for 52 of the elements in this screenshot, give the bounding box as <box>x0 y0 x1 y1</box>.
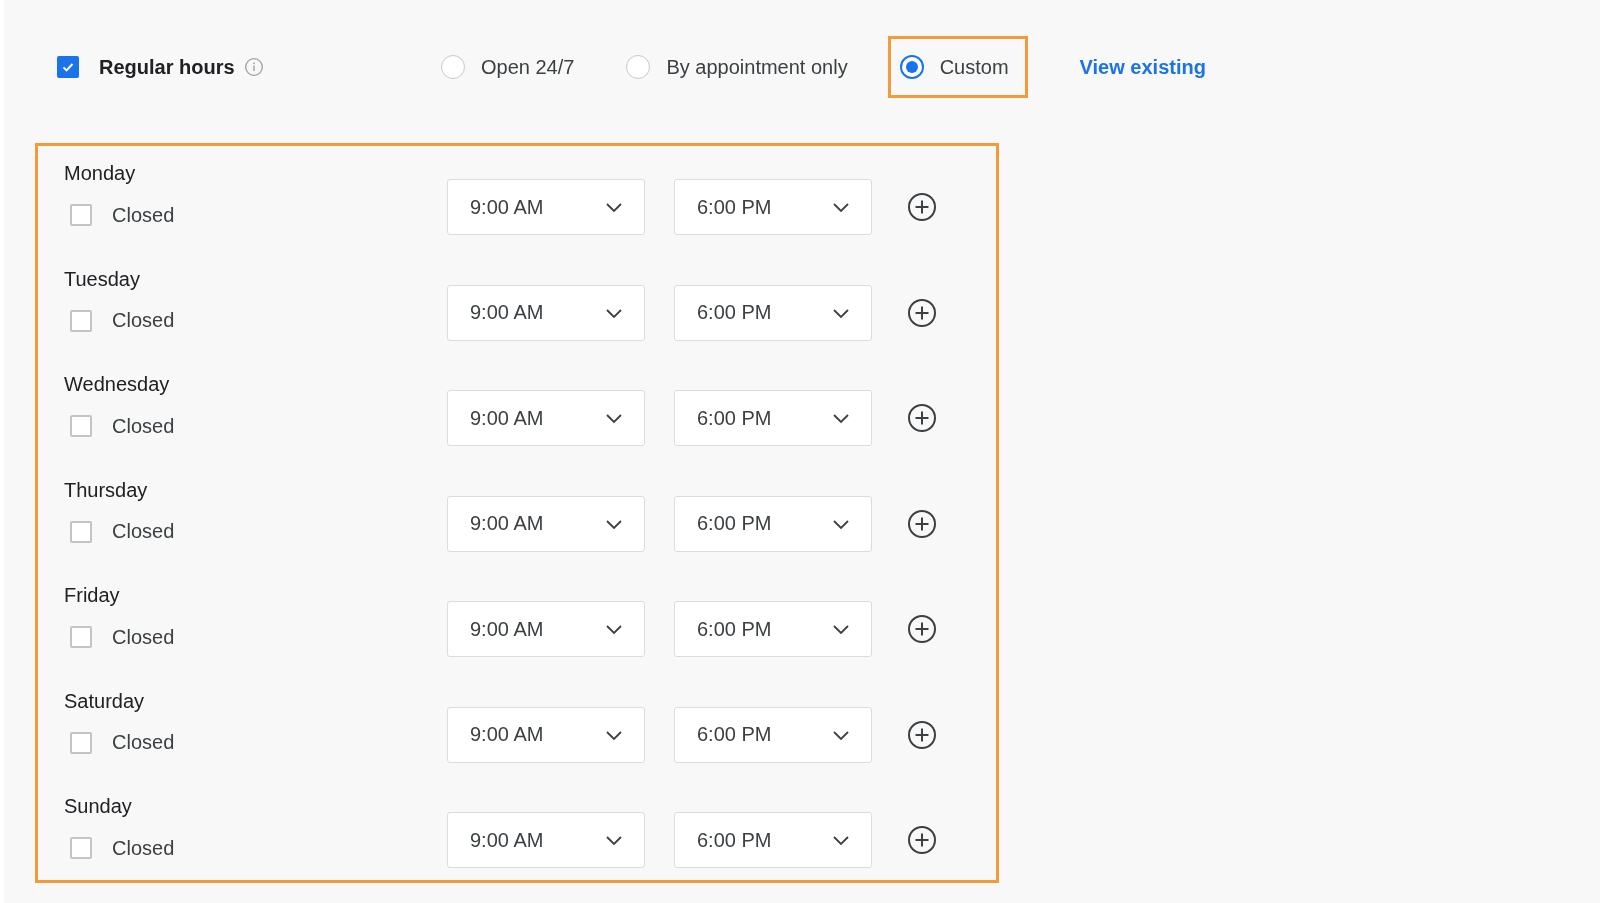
checkbox[interactable] <box>70 731 92 754</box>
radio-button[interactable] <box>441 55 465 79</box>
add-icon[interactable] <box>907 825 937 855</box>
checkbox[interactable] <box>57 56 79 78</box>
close-time-dropdown[interactable]: 6:00 PM <box>674 495 872 552</box>
checkbox[interactable] <box>70 626 92 648</box>
checkbox[interactable] <box>70 204 92 226</box>
checkbox-label: Closed <box>112 309 175 332</box>
close-time-dropdown[interactable]: 6:00 PM <box>674 284 872 341</box>
open-time-dropdown[interactable]: 9:00 AM <box>447 812 645 868</box>
open-time-dropdown[interactable]: 9:00 AM <box>447 284 645 341</box>
checkbox[interactable] <box>70 837 92 859</box>
day-label: Tuesday <box>64 266 141 292</box>
info-icon[interactable] <box>243 57 264 77</box>
view-existing-link[interactable]: View existing <box>1079 55 1206 79</box>
add-icon[interactable] <box>907 719 937 750</box>
open-time-dropdown[interactable]: 9:00 AM <box>447 706 645 763</box>
day-label: Sunday <box>64 794 133 819</box>
close-time-dropdown[interactable]: 6:00 PM <box>674 390 872 446</box>
add-icon[interactable] <box>907 403 937 433</box>
close-time-dropdown[interactable]: 6:00 PM <box>674 706 872 763</box>
open-time-dropdown[interactable]: 9:00 AM <box>447 601 645 657</box>
day-label: Thursday <box>64 477 149 503</box>
add-icon[interactable] <box>907 192 937 222</box>
radio-label: Open 24/7 <box>481 55 575 79</box>
checkbox-label: Closed <box>112 520 175 543</box>
checkbox-label: Closed <box>112 414 175 438</box>
close-time-dropdown[interactable]: 6:00 PM <box>674 812 872 868</box>
radio-label: Custom <box>939 55 1009 79</box>
add-icon[interactable] <box>907 614 937 644</box>
day-label: Friday <box>64 583 121 608</box>
add-icon[interactable] <box>907 508 937 539</box>
day-label: Monday <box>64 161 137 186</box>
open-time-dropdown[interactable]: 9:00 AM <box>447 495 645 552</box>
open-time-dropdown[interactable]: 9:00 AM <box>447 179 645 235</box>
checkbox-label: Closed <box>112 625 175 649</box>
radio-button[interactable] <box>626 55 651 79</box>
radio-label: By appointment only <box>666 55 848 79</box>
section-label: Regular hours <box>99 55 235 79</box>
checkbox[interactable] <box>70 415 92 437</box>
day-label: Saturday <box>64 688 146 714</box>
checkbox-label: Closed <box>112 731 175 754</box>
radio-button[interactable] <box>899 55 924 79</box>
checkbox-label: Closed <box>112 203 175 227</box>
checkbox-label: Closed <box>112 836 175 860</box>
add-icon[interactable] <box>907 297 937 328</box>
close-time-dropdown[interactable]: 6:00 PM <box>674 179 872 235</box>
day-label: Wednesday <box>64 372 171 397</box>
open-time-dropdown[interactable]: 9:00 AM <box>447 390 645 446</box>
close-time-dropdown[interactable]: 6:00 PM <box>674 601 872 657</box>
checkbox[interactable] <box>70 520 92 543</box>
checkbox[interactable] <box>70 309 92 332</box>
